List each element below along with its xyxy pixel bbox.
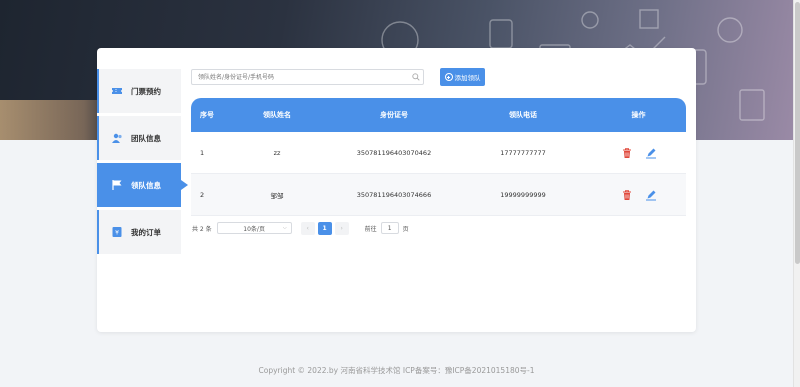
add-leader-label: 添加领队 [454, 74, 481, 82]
cell-name: 邹邹 [270, 191, 284, 200]
goto-label: 前往 [364, 225, 377, 233]
sidebar-item-label: 我的订单 [131, 227, 161, 237]
ticket-icon [111, 85, 123, 97]
header-id: 身份证号 [380, 111, 408, 119]
footer-copyright: Copyright © 2022.by 河南省科学技术馆 ICP备案号：豫ICP… [258, 366, 535, 375]
page-size-value: 10条/页 [243, 225, 265, 233]
content-card: 门票预约 团队信息 领队信息 ¥ 我的订单 添加领队 序号 领队 [97, 48, 696, 332]
edit-icon[interactable] [645, 189, 657, 201]
sidebar-item-team[interactable]: 团队信息 [97, 116, 181, 160]
cell-name: zz [273, 148, 281, 157]
cell-id: 350781196403070462 [356, 148, 432, 157]
next-page-button[interactable]: › [334, 221, 349, 235]
team-icon [111, 132, 123, 144]
sidebar: 门票预约 团队信息 领队信息 ¥ 我的订单 [97, 69, 188, 257]
edit-icon[interactable] [645, 147, 657, 159]
header-no: 序号 [200, 111, 214, 119]
page-size-select[interactable]: 10条/页 ⌵ [216, 222, 292, 234]
sidebar-item-label: 领队信息 [131, 180, 161, 190]
svg-text:¥: ¥ [115, 230, 119, 237]
cell-no: 1 [200, 148, 205, 157]
scrollbar-thumb[interactable] [795, 2, 800, 264]
prev-page-button[interactable]: ‹ [300, 221, 315, 235]
goto-page-input[interactable] [380, 222, 399, 234]
table-row: 1 zz 350781196403070462 17777777777 [191, 132, 686, 174]
chevron-down-icon: ⌵ [282, 225, 287, 231]
header-actions: 操作 [631, 111, 646, 119]
header-phone: 领队电话 [509, 111, 537, 119]
leader-table: 序号 领队姓名 身份证号 领队电话 操作 1 zz 35078119640307… [191, 98, 686, 216]
cell-phone: 19999999999 [500, 190, 546, 199]
pagination: 共 2 条 10条/页 ⌵ ‹ 1 › 前往 页 [192, 221, 409, 235]
flag-icon [111, 179, 123, 191]
sidebar-item-leader[interactable]: 领队信息 [97, 163, 188, 207]
cell-no: 2 [200, 190, 205, 199]
plus-circle-icon [444, 73, 453, 81]
cell-id: 350781196403074666 [356, 190, 432, 199]
header-name: 领队姓名 [263, 111, 291, 119]
page-unit-label: 页 [402, 225, 409, 233]
delete-icon[interactable] [621, 147, 633, 159]
delete-icon[interactable] [621, 189, 633, 201]
sidebar-item-label: 门票预约 [131, 86, 161, 96]
cell-phone: 17777777777 [500, 148, 546, 157]
table-row: 2 邹邹 350781196403074666 19999999999 [191, 174, 686, 216]
cell-actions [591, 189, 686, 201]
sidebar-item-label: 团队信息 [131, 133, 161, 143]
total-count: 共 2 条 [192, 225, 212, 233]
search-input[interactable] [191, 69, 424, 85]
table-header: 序号 领队姓名 身份证号 领队电话 操作 [191, 98, 686, 132]
search-icon[interactable] [412, 73, 420, 81]
order-icon: ¥ [111, 226, 123, 238]
sidebar-item-tickets[interactable]: 门票预约 [97, 69, 181, 113]
sidebar-item-orders[interactable]: ¥ 我的订单 [97, 210, 181, 254]
page-number-current[interactable]: 1 [317, 221, 332, 235]
add-leader-button[interactable]: 添加领队 [440, 68, 485, 86]
page-scrollbar[interactable] [793, 0, 800, 387]
cell-actions [591, 147, 686, 159]
